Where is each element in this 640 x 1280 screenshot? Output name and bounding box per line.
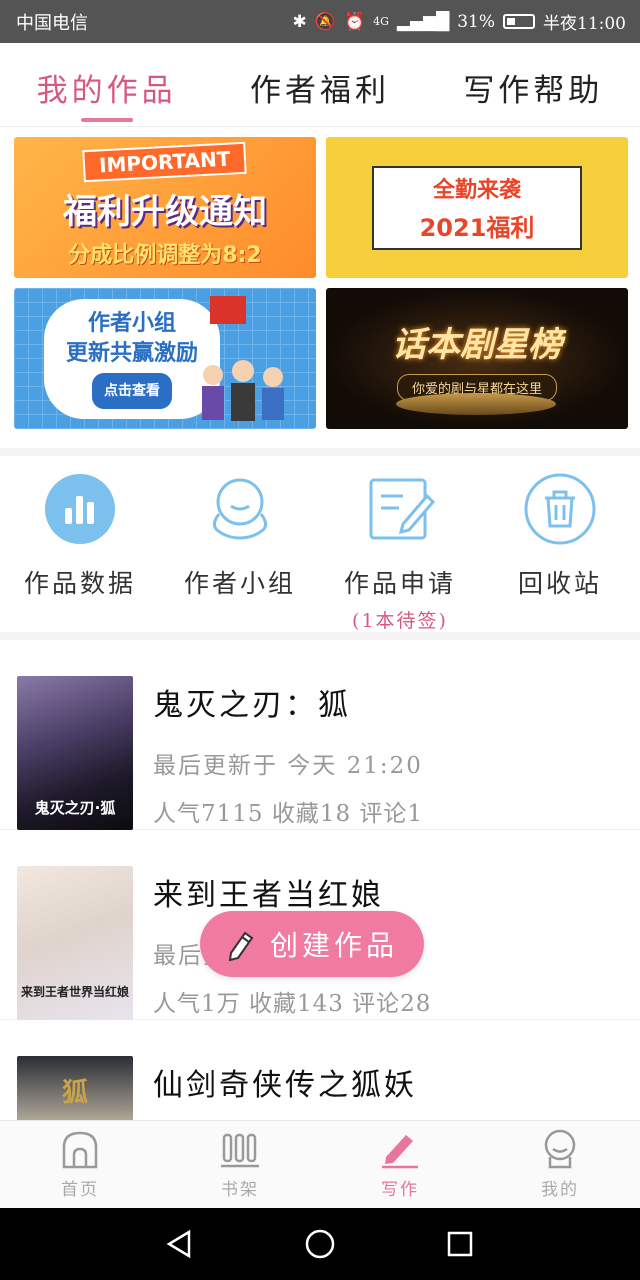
status-bar: 中国电信 ✱ 🔕 ⏰ 4G ▂▄▆█ 31% 半夜11:00	[0, 0, 640, 43]
create-work-button[interactable]: 创建作品	[200, 911, 424, 977]
active-tab-indicator	[80, 118, 133, 122]
bottom-nav: 首页 书架 写作 我的	[0, 1120, 640, 1208]
create-work-label: 创建作品	[270, 929, 399, 962]
banner-subtitle: 2021福利	[419, 214, 535, 242]
banner-author-group[interactable]: 作者小组 更新共赢激励 点击查看	[14, 288, 316, 429]
banner-subtitle: 更新共赢激励	[66, 340, 199, 366]
banner-title: 全勤来袭	[432, 178, 521, 203]
signal-icon: ▂▄▆█	[396, 11, 450, 32]
section-divider	[0, 632, 640, 640]
tool-row: 作品数据 作者小组 作品申请 (1本待签) 回收站	[0, 456, 640, 632]
book-cover: 狐	[17, 1056, 133, 1120]
tool-author-group[interactable]: 作者小组	[160, 456, 320, 632]
tool-label: 作品申请	[343, 569, 456, 598]
stage-illustration	[396, 393, 556, 415]
profile-icon	[538, 1127, 582, 1171]
tool-work-application[interactable]: 作品申请 (1本待签)	[320, 456, 480, 632]
cover-title: 狐	[61, 1078, 88, 1108]
pending-sign-note: (1本待签)	[352, 610, 448, 632]
bookshelf-icon	[218, 1127, 262, 1171]
banner-subtitle: 分成比例调整为8:2	[68, 243, 262, 268]
clock: 半夜11:00	[543, 14, 626, 34]
work-stats: 人气7115 收藏18 评论1	[153, 801, 424, 827]
book-cover: 来到王者世界当红娘	[17, 866, 133, 1020]
home-icon	[58, 1127, 102, 1171]
network-icon: 4G	[373, 15, 389, 28]
banner-title: 话本剧星榜	[392, 324, 562, 365]
tab-writing-help[interactable]: 写作帮助	[427, 43, 640, 126]
nav-label: 我的	[541, 1180, 579, 1200]
book-cover: 鬼灭之刃·狐	[17, 676, 133, 830]
work-stats: 人气1万 收藏143 评论28	[153, 991, 432, 1017]
back-icon[interactable]	[160, 1224, 200, 1264]
work-title: 鬼灭之刃：狐	[153, 688, 351, 723]
banner-grid: IMPORTANT 福利升级通知 分成比例调整为8:2 全勤来袭 2021福利 …	[14, 137, 628, 429]
banner-drama-ranking[interactable]: 话本剧星榜 你爱的剧与星都在这里	[326, 288, 628, 429]
status-icons: ✱ 🔕 ⏰ 4G ▂▄▆█ 31% 半夜11:00	[292, 9, 626, 35]
group-icon	[203, 472, 277, 546]
carrier-label: 中国电信	[16, 12, 88, 34]
banner-title: 福利升级通知	[63, 192, 267, 232]
tab-author-benefits[interactable]: 作者福利	[213, 43, 426, 126]
edit-doc-icon	[363, 472, 437, 546]
home-circle-icon[interactable]	[300, 1224, 340, 1264]
banner-title: 作者小组	[88, 310, 177, 336]
battery-icon	[503, 14, 535, 29]
tab-label: 作者福利	[249, 73, 390, 109]
banner-tag: IMPORTANT	[82, 141, 248, 183]
list-item[interactable]: 鬼灭之刃·狐 鬼灭之刃：狐 最后更新于 今天 21:20 人气7115 收藏18…	[0, 640, 640, 830]
tab-my-works[interactable]: 我的作品	[0, 43, 213, 126]
battery-percent: 31%	[457, 11, 495, 32]
nav-write[interactable]: 写作	[320, 1121, 480, 1208]
banner-attendance[interactable]: 全勤来袭 2021福利	[326, 137, 628, 278]
tool-label: 作者小组	[183, 569, 296, 598]
nav-label: 首页	[61, 1180, 99, 1200]
nav-bookshelf[interactable]: 书架	[160, 1121, 320, 1208]
top-tabs: 我的作品 作者福利 写作帮助	[0, 43, 640, 127]
cover-title: 鬼灭之刃·狐	[34, 799, 116, 817]
work-title: 来到王者当红娘	[153, 878, 384, 913]
work-info: 仙剑奇侠传之狐妖	[153, 1056, 417, 1120]
tool-recycle-bin[interactable]: 回收站	[480, 456, 640, 632]
bluetooth-icon: ✱	[292, 11, 307, 32]
tool-work-data[interactable]: 作品数据	[0, 456, 160, 632]
work-updated: 最后更新于 今天 21:20	[153, 753, 423, 779]
trash-icon	[523, 472, 597, 546]
works-list: 鬼灭之刃·狐 鬼灭之刃：狐 最后更新于 今天 21:20 人气7115 收藏18…	[0, 640, 640, 1120]
list-item[interactable]: 狐 仙剑奇侠传之狐妖	[0, 1020, 640, 1120]
pencil-icon	[220, 924, 260, 964]
system-nav-bar	[0, 1208, 640, 1280]
cover-title: 来到王者世界当红娘	[20, 985, 129, 999]
work-info: 鬼灭之刃：狐 最后更新于 今天 21:20 人气7115 收藏18 评论1	[153, 676, 423, 829]
banner-card: 全勤来袭 2021福利	[372, 165, 582, 250]
mute-icon: 🔕	[314, 11, 336, 32]
banner-benefit-upgrade[interactable]: IMPORTANT 福利升级通知 分成比例调整为8:2	[14, 137, 316, 278]
alarm-icon: ⏰	[343, 11, 366, 32]
flag-illustration	[210, 296, 246, 324]
people-illustration	[202, 360, 284, 421]
tool-label: 回收站	[517, 569, 602, 598]
pen-icon	[378, 1127, 422, 1171]
nav-home[interactable]: 首页	[0, 1121, 160, 1208]
chart-icon	[43, 472, 117, 546]
banner-view-button[interactable]: 点击查看	[92, 372, 172, 409]
recents-icon[interactable]	[440, 1224, 480, 1264]
work-title: 仙剑奇侠传之狐妖	[153, 1068, 417, 1103]
tool-label: 作品数据	[23, 569, 136, 598]
nav-label: 写作	[381, 1180, 419, 1200]
section-divider	[0, 448, 640, 456]
tab-label: 写作帮助	[463, 73, 604, 109]
nav-label: 书架	[221, 1180, 259, 1200]
nav-profile[interactable]: 我的	[480, 1121, 640, 1208]
tab-label: 我的作品	[36, 73, 177, 109]
